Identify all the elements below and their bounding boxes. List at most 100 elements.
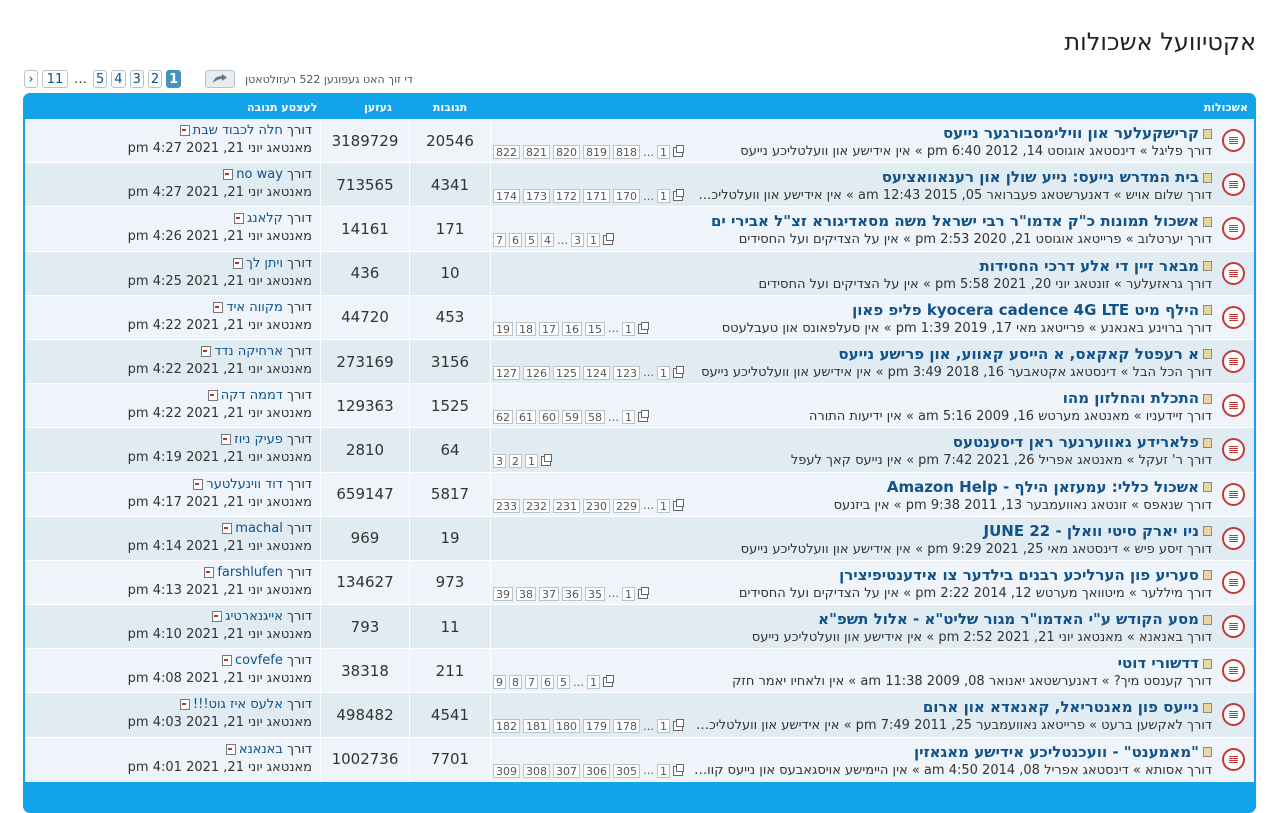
goto-last-post-icon[interactable]	[207, 390, 218, 402]
topic-title-link[interactable]: מבאר זיין די אלע דרכי החסידות	[980, 257, 1199, 275]
goto-last-post-icon[interactable]	[193, 478, 204, 490]
topic-page-link[interactable]: 59	[562, 410, 582, 425]
last-post-user[interactable]: חלה לכבוד שבת	[193, 123, 283, 138]
topic-page-link[interactable]: 2	[509, 454, 522, 469]
goto-last-post-icon[interactable]	[212, 611, 223, 623]
topic-page-link[interactable]: 821	[523, 145, 550, 159]
last-post-user[interactable]: covfefe	[235, 653, 283, 668]
last-post-user[interactable]: machal	[235, 521, 283, 536]
topic-page-link[interactable]: 19	[493, 321, 513, 336]
last-post-user[interactable]: no way	[236, 167, 283, 182]
topic-page-link[interactable]: 1	[657, 498, 670, 513]
topic-page-link[interactable]: 180	[553, 719, 580, 734]
new-post-icon[interactable]	[1203, 305, 1212, 316]
topic-page-link[interactable]: 1	[622, 586, 635, 601]
topic-title-link[interactable]: דדשורי דוטי	[1118, 654, 1199, 672]
topic-page-link[interactable]: 61	[516, 410, 536, 425]
last-post-user[interactable]: מקווה איד	[226, 300, 282, 315]
topic-page-link[interactable]: 38	[516, 586, 536, 601]
last-post-user[interactable]: farshlufen	[217, 565, 283, 580]
topic-page-link[interactable]: 6	[541, 675, 554, 690]
topic-page-link[interactable]: 1	[657, 189, 670, 204]
topic-page-link[interactable]: 1	[657, 365, 670, 380]
topic-page-link[interactable]: 15	[585, 321, 605, 336]
topic-page-link[interactable]: 1	[657, 719, 670, 734]
goto-last-post-icon[interactable]	[179, 125, 190, 136]
topic-page-link[interactable]: 1	[525, 454, 538, 469]
new-post-icon[interactable]	[1203, 747, 1212, 758]
last-post-user[interactable]: ויתן לך	[246, 256, 283, 271]
topic-page-link[interactable]: 60	[539, 410, 559, 425]
topic-page-link[interactable]: 126	[523, 365, 550, 380]
topic-title-link[interactable]: "מאמענט" - וועכנטליכע אידישע מאגאזין	[914, 743, 1199, 761]
page-link-4[interactable]: 4	[111, 70, 126, 88]
topic-page-link[interactable]: 173	[523, 189, 550, 204]
goto-last-post-icon[interactable]	[221, 655, 232, 667]
last-post-user[interactable]: קלאנג	[247, 211, 283, 226]
topic-page-link[interactable]: 232	[523, 498, 550, 513]
topic-page-link[interactable]: 172	[553, 189, 580, 204]
last-post-user[interactable]: דממה דקה	[221, 388, 283, 403]
topic-page-link[interactable]: 230	[583, 498, 610, 513]
new-post-icon[interactable]	[1203, 393, 1212, 404]
topic-page-link[interactable]: 231	[553, 498, 580, 513]
topic-title-link[interactable]: אשכול כללי: עמעזאן הילף - Amazon Help	[887, 478, 1199, 496]
topic-title-link[interactable]: בית המדרש נייעס: נייע שולן און רענאוואצי…	[882, 168, 1199, 186]
topic-page-link[interactable]: 309	[493, 763, 520, 778]
topic-page-link[interactable]: 171	[583, 189, 610, 204]
topic-title-link[interactable]: הילף מיט kyocera cadence 4G LTE פליפ פאו…	[852, 301, 1199, 319]
topic-page-link[interactable]: 5	[525, 233, 538, 248]
topic-page-link[interactable]: 182	[493, 719, 520, 734]
topic-page-link[interactable]: 818	[613, 145, 640, 159]
topic-page-link[interactable]: 819	[583, 145, 610, 159]
goto-last-post-icon[interactable]	[225, 743, 236, 755]
topic-page-link[interactable]: 306	[583, 763, 610, 778]
topic-page-link[interactable]: 229	[613, 498, 640, 513]
new-post-icon[interactable]	[1203, 658, 1212, 669]
goto-last-post-icon[interactable]	[201, 345, 212, 357]
topic-page-link[interactable]: 4	[541, 233, 554, 248]
new-post-icon[interactable]	[1203, 526, 1212, 537]
goto-last-post-icon[interactable]	[204, 566, 215, 578]
topic-page-link[interactable]: 127	[493, 365, 520, 380]
goto-last-post-icon[interactable]	[179, 699, 190, 711]
goto-last-post-icon[interactable]	[223, 169, 234, 181]
page-link-11[interactable]: 11	[42, 70, 68, 88]
topic-page-link[interactable]: 8	[509, 675, 522, 690]
topic-title-link[interactable]: קרישקעלער און ווילימסבורגער נייעס	[943, 124, 1199, 142]
last-post-user[interactable]: ארחיקה נדד	[214, 344, 283, 359]
topic-title-link[interactable]: פלארידע גאווערנער ראן דיסענטעס	[953, 433, 1199, 451]
goto-last-post-icon[interactable]	[222, 522, 233, 534]
topic-page-link[interactable]: 170	[613, 189, 640, 204]
topic-title-link[interactable]: סעריע פון הערליכע רבנים בילדער צו אידענט…	[839, 566, 1199, 584]
topic-page-link[interactable]: 822	[493, 145, 520, 159]
goto-last-post-icon[interactable]	[232, 257, 243, 269]
topic-page-link[interactable]: 62	[493, 410, 513, 425]
topic-page-link[interactable]: 37	[539, 586, 559, 601]
topic-page-link[interactable]: 6	[509, 233, 522, 248]
refresh-button[interactable]	[205, 70, 236, 88]
topic-page-link[interactable]: 308	[523, 763, 550, 778]
page-link-3[interactable]: 3	[129, 70, 144, 88]
topic-page-link[interactable]: 124	[583, 365, 610, 380]
last-post-user[interactable]: אייגנארטיג	[225, 609, 283, 624]
topic-page-link[interactable]: 1	[587, 675, 600, 690]
topic-page-link[interactable]: 1	[622, 410, 635, 425]
new-post-icon[interactable]	[1203, 128, 1212, 139]
last-post-user[interactable]: דוד ווינעלטער	[206, 477, 283, 492]
topic-page-link[interactable]: 307	[553, 763, 580, 778]
topic-page-link[interactable]: 125	[553, 365, 580, 380]
topic-page-link[interactable]: 3	[493, 454, 506, 469]
topic-page-link[interactable]: 178	[613, 719, 640, 734]
topic-page-link[interactable]: 305	[613, 763, 640, 778]
page-link-2[interactable]: 2	[147, 70, 163, 88]
topic-page-link[interactable]: 3	[571, 233, 584, 248]
new-post-icon[interactable]	[1203, 349, 1212, 360]
topic-page-link[interactable]: 17	[539, 321, 559, 336]
topic-page-link[interactable]: 1	[657, 763, 670, 778]
topic-page-link[interactable]: 7	[493, 233, 506, 248]
new-post-icon[interactable]	[1203, 216, 1212, 227]
topic-title-link[interactable]: נייעס פון מאנטריאל, קאנאדא און ארום	[923, 698, 1199, 716]
topic-page-link[interactable]: 7	[525, 675, 538, 690]
new-post-icon[interactable]	[1203, 702, 1212, 713]
